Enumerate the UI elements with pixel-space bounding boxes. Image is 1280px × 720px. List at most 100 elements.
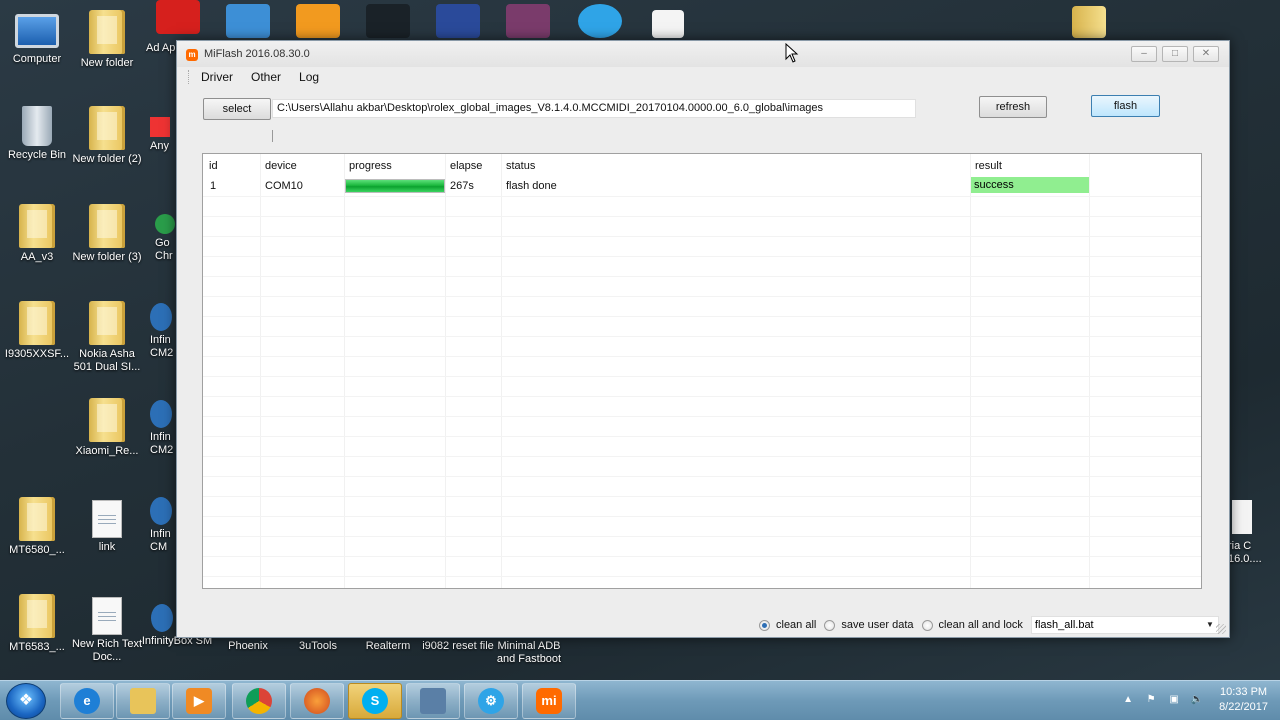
- desktop-icon-aa-v3[interactable]: AA_v3: [1, 204, 73, 264]
- column-divider: [970, 154, 971, 588]
- desktop-icon-mt6580[interactable]: MT6580_...: [1, 497, 73, 557]
- desktop-icon-partial-right[interactable]: ria C 16.0....: [1228, 500, 1278, 566]
- show-hidden-icons-icon[interactable]: ▲: [1121, 693, 1135, 707]
- refresh-button[interactable]: refresh: [979, 96, 1047, 118]
- radio-label-clean-all-and-lock[interactable]: clean all and lock: [939, 619, 1023, 631]
- desktop-icon-new-folder-3[interactable]: New folder (3): [71, 204, 143, 264]
- radio-clean-all-and-lock[interactable]: [921, 619, 933, 631]
- document-icon[interactable]: [652, 10, 684, 38]
- column-header-id[interactable]: id: [209, 160, 218, 172]
- row-divider: [203, 496, 1201, 497]
- progress-fill: [346, 180, 444, 192]
- desktop-icon-new-folder-2[interactable]: New folder (2): [71, 106, 143, 166]
- taskbar-internet-explorer[interactable]: e: [60, 683, 114, 719]
- desktop-icon-mt6583[interactable]: MT6583_...: [1, 594, 73, 654]
- media-player-icon: ▶: [186, 688, 212, 714]
- desktop-icon-i9305[interactable]: I9305XXSF...: [1, 301, 73, 361]
- miflash-window: m MiFlash 2016.08.30.0 – □ ✕ Driver Othe…: [176, 40, 1230, 638]
- menu-driver[interactable]: Driver: [201, 70, 233, 84]
- desktop-icon-label: Recycle Bin: [7, 149, 67, 161]
- path-input[interactable]: C:\Users\Allahu akbar\Desktop\rolex_glob…: [272, 99, 916, 118]
- desktop-icon-phoenix[interactable]: Phoenix: [212, 640, 284, 653]
- folder-icon: [19, 497, 55, 541]
- maximize-button[interactable]: □: [1162, 46, 1188, 62]
- remote-app-icon[interactable]: [226, 4, 270, 38]
- column-header-status[interactable]: status: [506, 160, 535, 172]
- taskbar-miflash[interactable]: mi: [522, 683, 576, 719]
- desktop-icon-label: Phoenix: [228, 640, 268, 652]
- flag-alert-icon[interactable]: ⚑: [1144, 693, 1158, 707]
- device-table[interactable]: id device progress elapse status result …: [202, 153, 1202, 589]
- script-select-value: flash_all.bat: [1034, 619, 1094, 631]
- desktop-icon-nokia-asha[interactable]: Nokia Asha 501 Dual SI...: [71, 301, 143, 374]
- clock-time: 10:33 PM: [1219, 686, 1268, 698]
- desktop-icon-new-folder[interactable]: New folder: [71, 10, 143, 70]
- infinity-icon: [150, 400, 172, 428]
- row-divider: [203, 216, 1201, 217]
- infinity-icon: [150, 497, 172, 525]
- resize-grip[interactable]: [1216, 624, 1226, 634]
- column-header-elapse[interactable]: elapse: [450, 160, 482, 172]
- taskbar-file-explorer[interactable]: [116, 683, 170, 719]
- flash-options: clean all save user data clean all and l…: [759, 616, 1219, 634]
- column-header-result[interactable]: result: [975, 160, 1002, 172]
- menu-log[interactable]: Log: [299, 70, 319, 84]
- cat-app-icon[interactable]: [366, 4, 410, 38]
- desktop-icon-label: New folder: [80, 57, 134, 69]
- flash-button[interactable]: flash: [1091, 95, 1160, 117]
- folder-icon: [19, 594, 55, 638]
- radio-clean-all[interactable]: [759, 619, 770, 631]
- select-button[interactable]: select: [203, 98, 271, 120]
- cell-id: 1: [210, 180, 217, 192]
- chevron-down-icon[interactable]: ▼: [1206, 617, 1214, 633]
- desktop-icon-rich-text[interactable]: New Rich Text Doc...: [71, 597, 143, 664]
- radio-label-save-user-data[interactable]: save user data: [841, 619, 913, 631]
- desktop-icon-recycle-bin[interactable]: Recycle Bin: [1, 106, 73, 162]
- text-document-icon: [92, 500, 122, 538]
- script-select[interactable]: flash_all.bat ▼: [1030, 616, 1219, 634]
- infinity-icon: [150, 303, 172, 331]
- column-divider: [344, 154, 345, 588]
- row-divider: [203, 376, 1201, 377]
- folder-icon: [19, 204, 55, 248]
- taskbar-skype[interactable]: S: [348, 683, 402, 719]
- desktop-icon-computer[interactable]: Computer: [1, 10, 73, 66]
- folder-icon: [89, 106, 125, 150]
- adobe-reader-icon[interactable]: [156, 0, 200, 34]
- desktop-icon-xiaomi[interactable]: Xiaomi_Re...: [71, 398, 143, 458]
- taskbar-media-player[interactable]: ▶: [172, 683, 226, 719]
- gear-app-icon[interactable]: [578, 4, 622, 38]
- desktop-icon-link[interactable]: link: [71, 500, 143, 554]
- column-header-device[interactable]: device: [265, 160, 297, 172]
- desktop-icon-label: link: [98, 541, 116, 553]
- desktop-icon-realterm[interactable]: Realterm: [352, 640, 424, 653]
- skype-icon: S: [362, 688, 388, 714]
- download-app-icon[interactable]: [436, 4, 480, 38]
- close-button[interactable]: ✕: [1193, 46, 1219, 62]
- network-computer-icon: [420, 688, 446, 714]
- start-button[interactable]: ❖: [6, 683, 46, 719]
- volume-icon[interactable]: 🔈: [1190, 693, 1204, 707]
- taskbar-gear-app[interactable]: ⚙: [464, 683, 518, 719]
- column-header-progress[interactable]: progress: [349, 160, 392, 172]
- kingo-icon[interactable]: [296, 4, 340, 38]
- radio-label-clean-all[interactable]: clean all: [776, 619, 816, 631]
- folder-icon[interactable]: [1072, 6, 1106, 38]
- radio-save-user-data[interactable]: [824, 619, 836, 631]
- network-icon[interactable]: ▣: [1167, 693, 1181, 707]
- title-bar[interactable]: m MiFlash 2016.08.30.0 – □ ✕: [177, 41, 1229, 67]
- desktop-icon-3utools[interactable]: 3uTools: [282, 640, 354, 653]
- clock[interactable]: 10:33 PM 8/22/2017: [1219, 685, 1268, 715]
- desktop-icon-i9082-reset[interactable]: i9082 reset file: [422, 640, 494, 653]
- desktop-icon-label: AA_v3: [20, 251, 54, 263]
- window-controls: – □ ✕: [1131, 46, 1219, 62]
- infinity-icon: [151, 604, 173, 632]
- desktop-icon-minimal-adb[interactable]: Minimal ADB and Fastboot: [493, 640, 565, 666]
- menu-other[interactable]: Other: [251, 70, 281, 84]
- taskbar-chrome[interactable]: [232, 683, 286, 719]
- taskbar-firefox[interactable]: [290, 683, 344, 719]
- internet-explorer-icon: e: [74, 688, 100, 714]
- taskbar-network-app[interactable]: [406, 683, 460, 719]
- winrar-icon[interactable]: [506, 4, 550, 38]
- minimize-button[interactable]: –: [1131, 46, 1157, 62]
